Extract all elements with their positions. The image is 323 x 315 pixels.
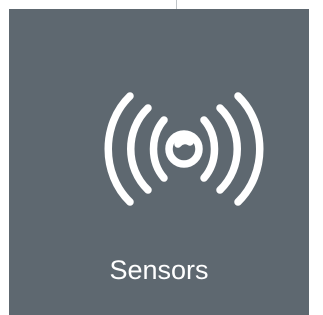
sensors-tile[interactable]: Sensors bbox=[9, 9, 309, 315]
sensor-waves-icon bbox=[94, 84, 274, 214]
tile-label: Sensors bbox=[109, 255, 209, 285]
top-divider bbox=[176, 0, 177, 9]
